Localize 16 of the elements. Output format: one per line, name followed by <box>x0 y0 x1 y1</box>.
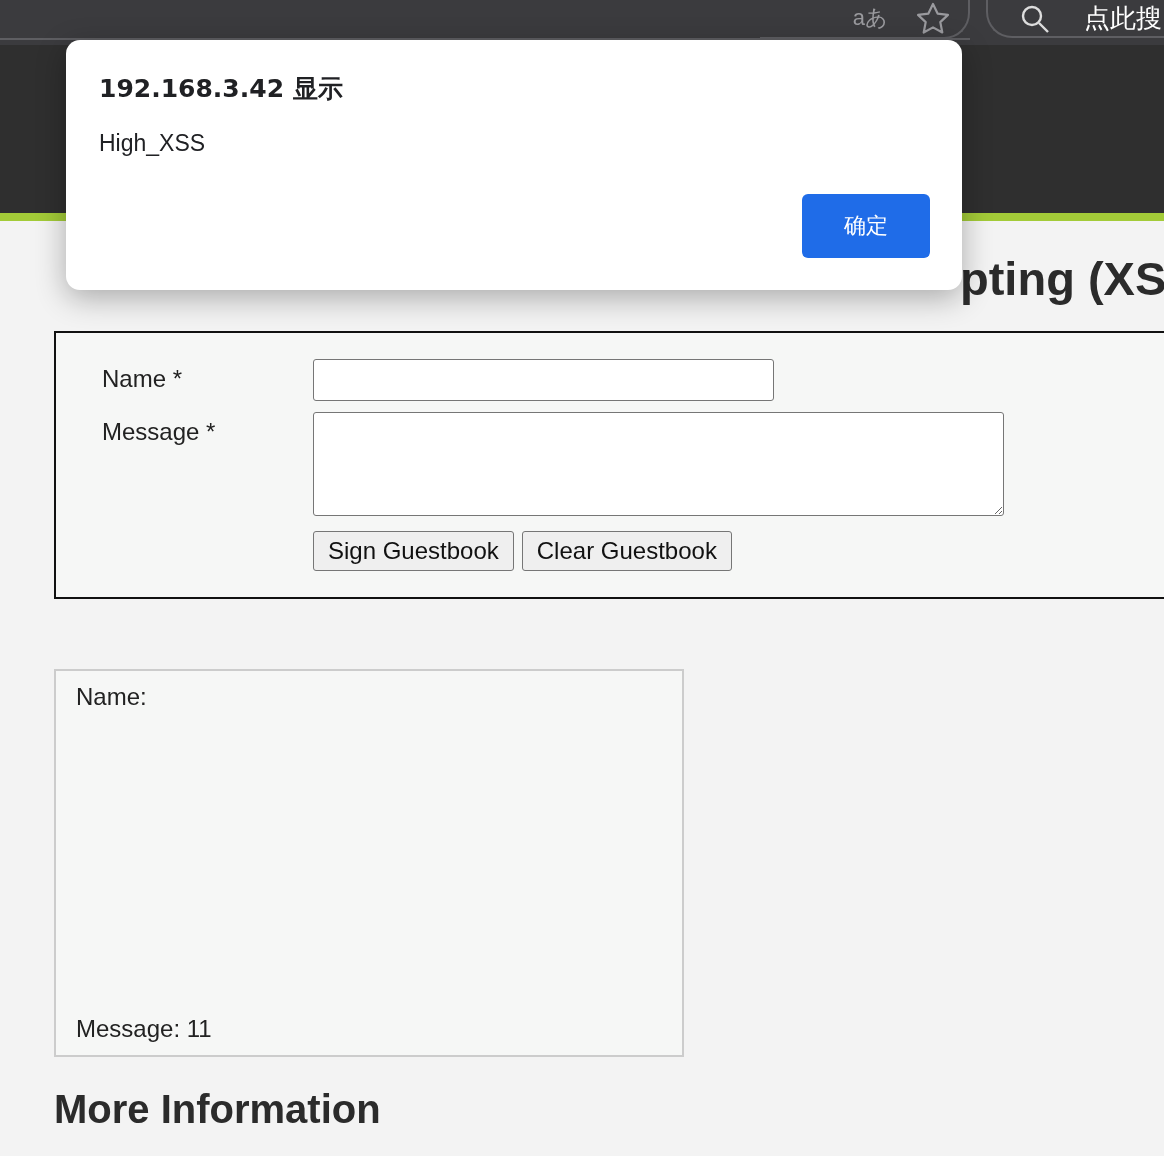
search-field[interactable]: 点此搜 <box>986 0 1164 38</box>
name-field[interactable] <box>313 359 774 401</box>
ok-button[interactable]: 确定 <box>802 194 930 258</box>
form-button[interactable]: Sign Guestbook <box>313 531 514 571</box>
bookmark-star-icon[interactable] <box>916 2 950 34</box>
search-icon <box>1020 4 1050 34</box>
form-button[interactable]: Clear Guestbook <box>521 531 732 571</box>
entry-message: Message: 11 <box>76 1015 213 1043</box>
entry-name: Name: <box>76 683 148 711</box>
field-label: Message * <box>102 417 217 447</box>
translate-icon[interactable]: aあ <box>852 3 888 33</box>
dialog-title: 192.168.3.42 显示 <box>99 73 344 105</box>
message-field[interactable] <box>313 412 1004 516</box>
field-label: Name * <box>102 364 184 394</box>
section-heading: More Information <box>54 1087 382 1132</box>
dialog-message: High_XSS <box>99 130 207 157</box>
